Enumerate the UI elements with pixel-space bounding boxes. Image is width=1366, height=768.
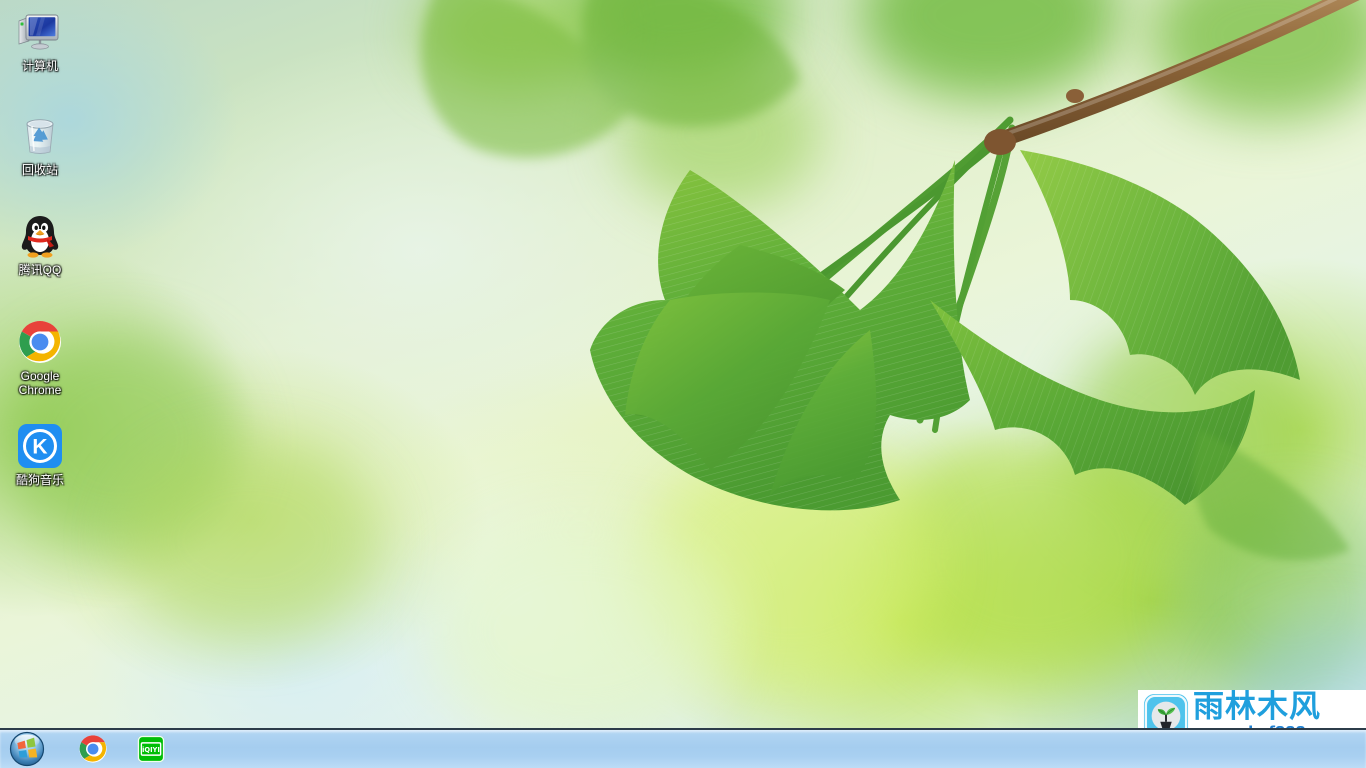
recycle-bin-icon [16, 112, 64, 160]
desktop-screen: 计算机 回收站 腾讯QQ Google Chrome K 酷狗音乐 雨林木风 i… [0, 0, 1366, 768]
desktop-icon-computer[interactable]: 计算机 [2, 8, 78, 73]
desktop-icon-label: 计算机 [21, 59, 58, 73]
desktop-icon-recycle-bin[interactable]: 回收站 [2, 112, 78, 177]
kugou-music-icon: K [16, 422, 64, 470]
start-orb-icon [9, 731, 45, 767]
taskbar-item-iqiyi[interactable]: iQIYI [129, 731, 173, 767]
desktop-icon-google-chrome[interactable]: Google Chrome [2, 318, 78, 397]
desktop-icon-tencent-qq[interactable]: 腾讯QQ [2, 212, 78, 277]
ginkgo-leaf-illustration [421, 0, 1360, 561]
computer-icon [16, 8, 64, 56]
desktop-icon-label: 回收站 [21, 163, 58, 177]
taskbar: iQIYI [0, 728, 1366, 768]
start-button[interactable] [1, 731, 53, 767]
taskbar-pinned-area: iQIYI [0, 730, 173, 768]
iqiyi-icon: iQIYI [137, 735, 165, 763]
chrome-icon [16, 318, 64, 366]
desktop-icon-label: Google Chrome [18, 369, 62, 397]
iqiyi-wordmark: iQIYI [142, 746, 160, 754]
desktop-icon-label: 腾讯QQ [18, 263, 62, 277]
chrome-icon [79, 735, 107, 763]
desktop-icon-kugou-music[interactable]: K 酷狗音乐 [2, 422, 78, 487]
svg-text:K: K [32, 436, 47, 459]
qq-penguin-icon [16, 212, 64, 260]
taskbar-item-chrome[interactable] [71, 731, 115, 767]
watermark-title: 雨林木风 [1193, 690, 1321, 725]
desktop-wallpaper [0, 0, 1366, 768]
desktop-icon-label: 酷狗音乐 [15, 473, 64, 487]
